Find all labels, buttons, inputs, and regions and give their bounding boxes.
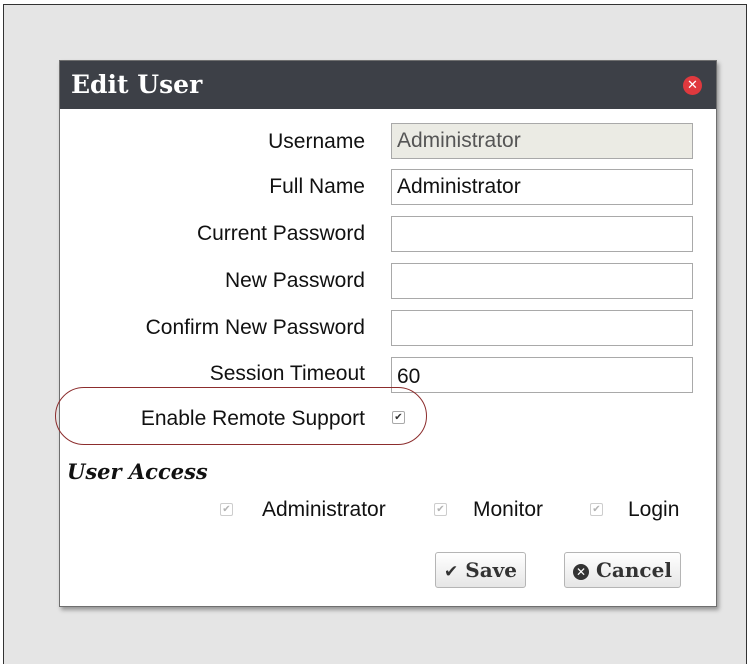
save-button[interactable]: ✔ Save — [435, 552, 526, 588]
confirm-password-field[interactable] — [391, 310, 693, 346]
current-password-field[interactable] — [391, 216, 693, 252]
cancel-button-label: Cancel — [596, 558, 672, 582]
session-timeout-field[interactable]: 60 — [391, 357, 693, 393]
dialog-title: Edit User — [71, 70, 203, 99]
username-field: Administrator — [391, 123, 693, 159]
monitor-access-label: Monitor — [473, 498, 544, 521]
current-password-label: Current Password — [196, 222, 365, 245]
cancel-circle-icon: ✕ — [573, 564, 589, 580]
remote-support-checkbox[interactable]: ✔ — [392, 411, 405, 424]
full-name-label: Full Name — [269, 175, 365, 198]
administrator-access-checkbox: ✔ — [220, 503, 233, 516]
user-access-heading: User Access — [67, 459, 208, 484]
new-password-field[interactable] — [391, 263, 693, 299]
save-button-label: Save — [465, 558, 517, 582]
new-password-label: New Password — [224, 269, 365, 292]
screenshot-frame: Edit User ✕ Username Administrator Full … — [3, 4, 747, 664]
checkmark-icon: ✔ — [444, 562, 459, 582]
login-access-checkbox: ✔ — [590, 503, 603, 516]
remote-support-label: Enable Remote Support — [140, 407, 365, 430]
session-timeout-label: Session Timeout — [209, 362, 365, 385]
monitor-access-checkbox: ✔ — [434, 503, 447, 516]
dialog-titlebar: Edit User ✕ — [60, 61, 716, 109]
username-label: Username — [268, 130, 365, 153]
close-icon[interactable]: ✕ — [683, 76, 702, 95]
edit-user-dialog: Edit User ✕ Username Administrator Full … — [55, 60, 717, 607]
cancel-button[interactable]: ✕ Cancel — [564, 552, 681, 588]
confirm-password-label: Confirm New Password — [145, 316, 365, 339]
full-name-field[interactable]: Administrator — [391, 169, 693, 205]
login-access-label: Login — [628, 498, 680, 521]
administrator-access-label: Administrator — [262, 498, 386, 521]
